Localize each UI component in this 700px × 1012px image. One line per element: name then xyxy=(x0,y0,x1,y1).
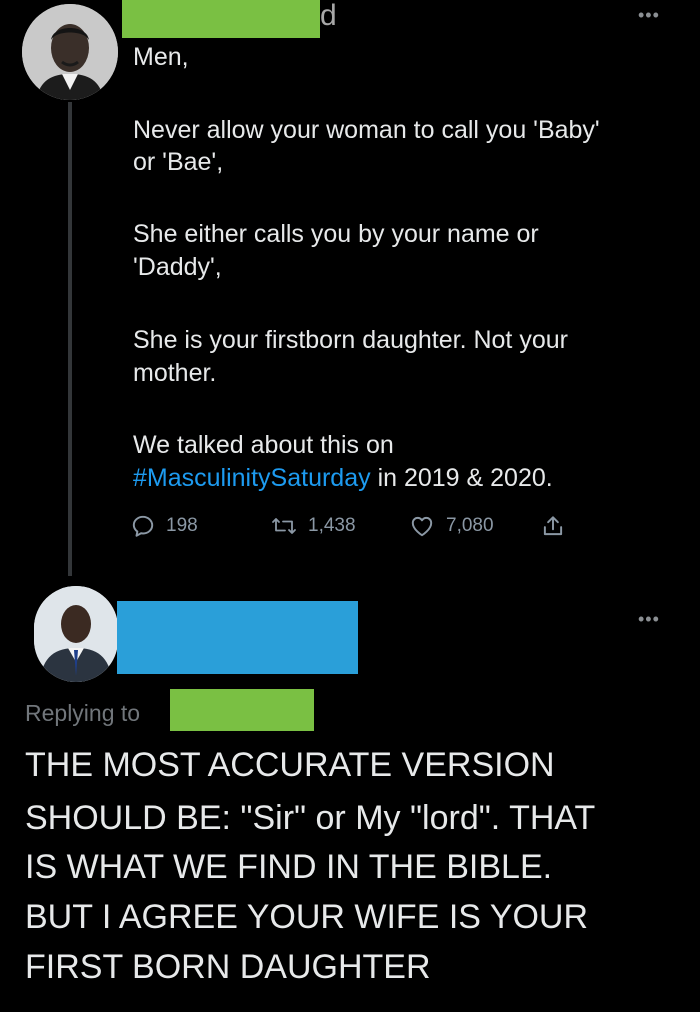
author-name-fragment: d xyxy=(320,0,337,32)
tweet-text-line: mother. xyxy=(133,359,217,387)
hashtag-suffix-text: in 2019 & 2020. xyxy=(370,464,553,492)
thread-connector-line xyxy=(68,102,72,576)
like-count: 7,080 xyxy=(446,515,494,536)
tweet-text-line: She is your firstborn daughter. Not your xyxy=(133,326,568,354)
reply-text-line: FIRST BORN DAUGHTER xyxy=(25,948,431,986)
retweet-count: 1,438 xyxy=(308,515,356,536)
tweet-text-line: or 'Bae', xyxy=(133,148,224,176)
author-name-redaction xyxy=(122,0,320,38)
replier-avatar[interactable] xyxy=(34,586,118,682)
reply-text-line: BUT I AGREE YOUR WIFE IS YOUR xyxy=(25,898,589,936)
portrait-image xyxy=(34,586,118,682)
reply-button[interactable]: 198 xyxy=(130,508,198,544)
share-icon xyxy=(543,516,563,536)
retweet-button[interactable]: 1,438 xyxy=(270,508,356,544)
replying-to-redaction xyxy=(170,689,314,731)
tweet-text-line: Men, xyxy=(133,43,189,71)
reply-text-line: IS WHAT WE FIND IN THE BIBLE. xyxy=(25,848,553,886)
more-options-icon[interactable]: ••• xyxy=(638,610,660,628)
tweet-text-line: Never allow your woman to call you 'Baby… xyxy=(133,116,600,144)
tweet-text-line: She either calls you by your name or xyxy=(133,220,539,248)
tweet-text-line: 'Daddy', xyxy=(133,253,222,281)
replying-to-label: Replying to xyxy=(25,700,141,726)
retweet-icon xyxy=(272,518,296,534)
heart-icon xyxy=(411,516,433,537)
replier-name-redaction xyxy=(117,601,358,674)
share-button[interactable] xyxy=(540,508,566,544)
reply-text-line: THE MOST ACCURATE VERSION xyxy=(25,746,555,784)
author-avatar[interactable] xyxy=(22,4,118,100)
like-button[interactable]: 7,080 xyxy=(408,508,494,544)
more-options-icon[interactable]: ••• xyxy=(638,6,660,24)
tweet-text-line: #MasculinitySaturday in 2019 & 2020. xyxy=(133,462,553,494)
tweet-text-line: We talked about this on xyxy=(133,431,394,459)
portrait-image xyxy=(22,4,118,100)
hashtag-link[interactable]: #MasculinitySaturday xyxy=(133,464,371,492)
reply-text-line: SHOULD BE: "Sir" or My "lord". THAT xyxy=(25,799,596,837)
reply-icon xyxy=(132,515,154,537)
reply-count: 198 xyxy=(166,515,198,536)
